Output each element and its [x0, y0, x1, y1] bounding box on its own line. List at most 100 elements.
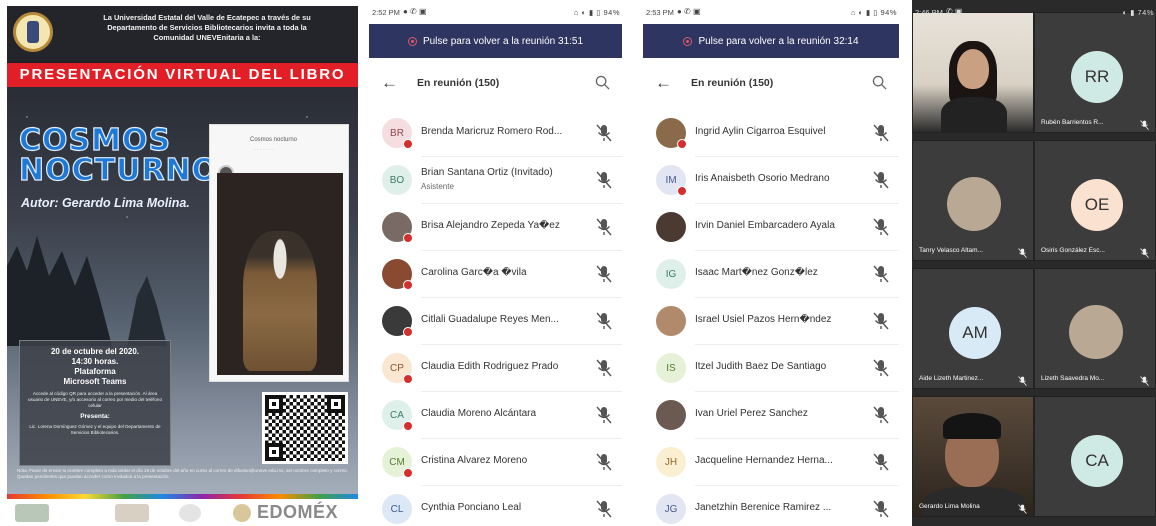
mic-off-icon: [873, 124, 889, 142]
video-tile[interactable]: Gerardo Lima Molina: [912, 396, 1034, 517]
participant-photo: [1069, 305, 1123, 359]
participant-name: Janetzhin Berenice Ramirez ...: [695, 502, 832, 513]
mic-off-icon: [596, 453, 612, 471]
participant-row[interactable]: Citlali Guadalupe Reyes Men...: [369, 298, 622, 345]
mic-off-icon: [873, 218, 889, 236]
avatar: BO: [382, 165, 412, 195]
mic-off-icon: [873, 500, 889, 518]
qr-code[interactable]: [262, 392, 348, 464]
avatar: JH: [656, 447, 686, 477]
mic-off-icon: [596, 453, 612, 471]
status-battery: ⌂ ◐ ▮ ▯ 94%: [850, 8, 897, 17]
mic-off-icon: [873, 453, 889, 471]
video-tile[interactable]: RR Rubén Barrientos R...: [1034, 12, 1156, 133]
avatar: [656, 400, 686, 430]
participant-row[interactable]: Brisa Alejandro Zepeda Ya�ez: [369, 204, 622, 251]
participant-row[interactable]: JG Janetzhin Berenice Ramirez ...: [643, 486, 899, 526]
participant-row[interactable]: Ivan Uriel Perez Sanchez: [643, 392, 899, 439]
avatar: CA: [1071, 435, 1123, 487]
participant-row[interactable]: IG Isaac Mart�nez Gonz�lez: [643, 251, 899, 298]
participant-row[interactable]: IS Itzel Judith Baez De Santiago: [643, 345, 899, 392]
mic-off-icon: [596, 171, 612, 189]
status-battery: ⌂ ◐ ▮ ▯ 94%: [573, 8, 620, 17]
avatar: CL: [382, 494, 412, 524]
poster-intro-text: La Universidad Estatal del Valle de Ecat…: [103, 13, 311, 42]
video-tile[interactable]: AM Aide Lizeth Martinez...: [912, 268, 1034, 389]
participant-row[interactable]: CM Cristina Alvarez Moreno: [369, 439, 622, 486]
avatar: [382, 306, 413, 337]
participant-row[interactable]: BR Brenda Maricruz Romero Rod...: [369, 110, 622, 157]
search-icon[interactable]: [595, 75, 610, 90]
participant-row[interactable]: CL Cynthia Ponciano Leal: [369, 486, 622, 526]
mic-off-icon: [596, 359, 612, 377]
mic-off-icon: [873, 171, 889, 189]
participant-name: Cristina Alvarez Moreno: [421, 455, 528, 466]
video-tile[interactable]: OE Osiris González Esc...: [1034, 140, 1156, 261]
participant-row[interactable]: Carolina Garc�a �vila: [369, 251, 622, 298]
status-icons: ● ✆ ▣: [403, 7, 427, 16]
banner-text: Pulse para volver a la reunión 32:14: [698, 35, 859, 47]
avatar: CM: [382, 447, 413, 478]
avatar: OE: [1071, 179, 1123, 231]
avatar: CP: [382, 353, 413, 384]
participant-name: Itzel Judith Baez De Santiago: [695, 361, 827, 372]
participant-row[interactable]: JH Jacqueline Hernandez Herna...: [643, 439, 899, 486]
video-tile[interactable]: CA: [1034, 396, 1156, 517]
mic-off-icon: [596, 312, 612, 330]
book-cover-subtitle: · · · · · · ·: [254, 147, 274, 153]
participant-row[interactable]: CP Claudia Edith Rodriguez Prado: [369, 345, 622, 392]
cloaked-figure-illustration: [243, 231, 317, 371]
participant-row[interactable]: Irvin Daniel Embarcadero Ayala: [643, 204, 899, 251]
video-tile[interactable]: [912, 12, 1034, 133]
participant-name: Claudia Edith Rodriguez Prado: [421, 361, 559, 372]
banner-text: Pulse para volver a la reunión 31:51: [422, 35, 584, 47]
participant-name: Tanry Velasco Altam...: [919, 247, 983, 254]
back-arrow-icon[interactable]: ←: [655, 73, 672, 93]
participant-row[interactable]: Ingrid Aylin Cigarroa Esquivel: [643, 110, 899, 157]
presenter-label: Presenta:: [80, 412, 110, 420]
status-battery: ◐ ▮ 74%: [1122, 8, 1154, 17]
status-bar: 2:46 PM ✆ ▣ ◐ ▮ 74%: [912, 0, 1156, 24]
mic-off-icon: [873, 359, 889, 377]
participant-row[interactable]: Israel Usiel Pazos Hern�ndez: [643, 298, 899, 345]
poster-footer-logos: EDOMÉX: [7, 499, 358, 526]
mic-off-icon: [1018, 501, 1027, 514]
mic-off-icon: [596, 500, 612, 518]
back-arrow-icon[interactable]: ←: [381, 73, 398, 93]
participant-name: Brisa Alejandro Zepeda Ya�ez: [421, 220, 560, 231]
participant-name: Iris Anaisbeth Osorio Medrano: [695, 173, 830, 184]
presenter-text: Lic. Lorena Domínguez Gómez y el equipo …: [29, 423, 161, 435]
avatar: CA: [382, 400, 413, 431]
avatar: [382, 212, 413, 243]
status-bar: 2:53 PM ● ✆ ▣ ⌂ ◐ ▮ ▯ 94%: [643, 0, 899, 24]
mic-off-icon: [1018, 245, 1027, 258]
mic-off-icon: [596, 124, 612, 142]
participant-row[interactable]: BO Brian Santana Ortiz (Invitado) Asistent…: [369, 157, 622, 204]
participants-title: En reunión (150): [691, 77, 774, 89]
poster-image: La Universidad Estatal del Valle de Ecat…: [7, 6, 358, 526]
participant-name: Brenda Maricruz Romero Rod...: [421, 126, 563, 137]
avatar: IM: [656, 165, 687, 196]
participant-name: Jacqueline Hernandez Herna...: [695, 455, 833, 466]
video-tile[interactable]: Lizeth Saavedra Mo...: [1034, 268, 1156, 389]
mic-off-icon: [596, 265, 612, 283]
mic-off-icon: [596, 406, 612, 424]
participants-screen-1: 2:52 PM ● ✆ ▣ ⌂ ◐ ▮ ▯ 94% Pulse para vol…: [369, 0, 622, 526]
return-to-meeting-banner[interactable]: Pulse para volver a la reunión 32:14: [643, 24, 899, 58]
uneve-seal-logo: [233, 504, 251, 522]
video-tile[interactable]: Tanry Velasco Altam...: [912, 140, 1034, 261]
participant-row[interactable]: IM Iris Anaisbeth Osorio Medrano: [643, 157, 899, 204]
mic-off-icon: [873, 453, 889, 471]
participant-row[interactable]: CA Claudia Moreno Alcántara: [369, 392, 622, 439]
avatar: RR: [1071, 51, 1123, 103]
participants-title: En reunión (150): [417, 77, 500, 89]
participants-header: ← En reunión (150): [369, 66, 622, 102]
poster-header: La Universidad Estatal del Valle de Ecat…: [7, 6, 358, 62]
search-icon[interactable]: [872, 75, 887, 90]
return-to-meeting-banner[interactable]: Pulse para volver a la reunión 31:51: [369, 24, 622, 58]
government-logo: [15, 504, 49, 522]
mic-off-icon: [1018, 373, 1027, 386]
round-logo: [179, 504, 201, 522]
participant-name: Ingrid Aylin Cigarroa Esquivel: [695, 126, 826, 137]
mic-off-icon: [873, 265, 889, 283]
